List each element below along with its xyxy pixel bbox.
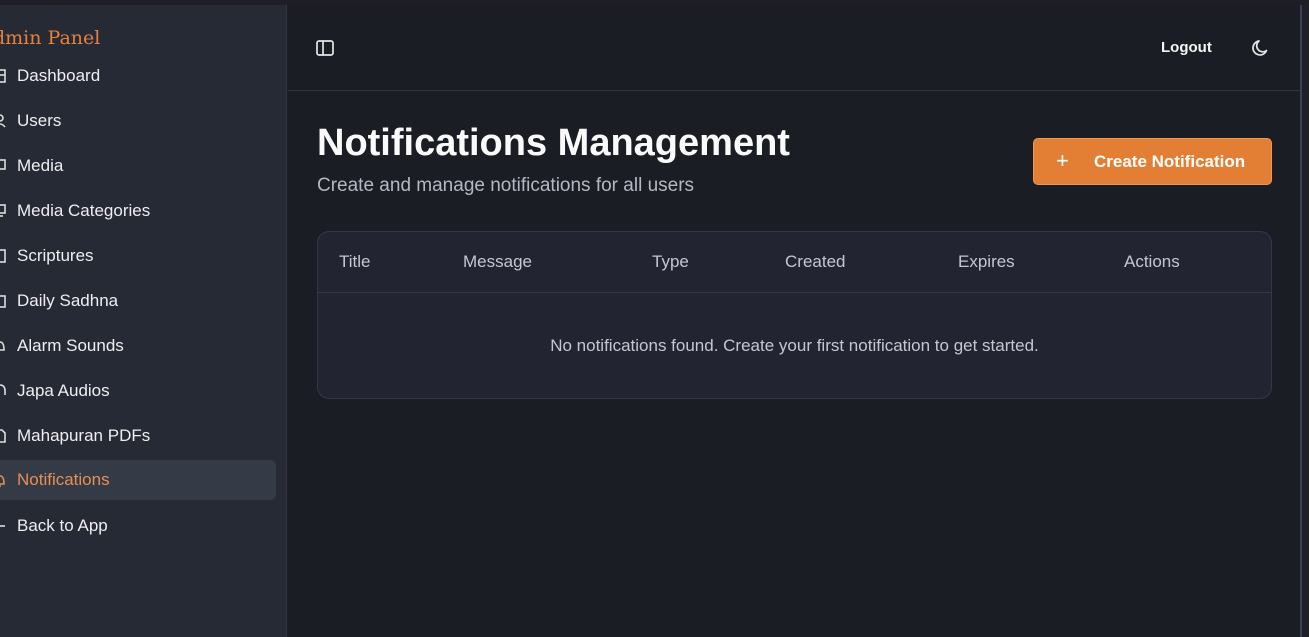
column-header-type: Type bbox=[652, 252, 689, 271]
moon-icon[interactable] bbox=[1251, 38, 1271, 58]
headphones-icon bbox=[0, 384, 6, 395]
sidebar-item-label: Mahapuran PDFs bbox=[17, 426, 151, 445]
column-header-created: Created bbox=[785, 252, 846, 271]
sidebar-item-label: Back to App bbox=[17, 516, 108, 535]
sidebar-item-label: Dashboard bbox=[17, 66, 101, 85]
categories-icon bbox=[0, 204, 6, 217]
dashboard-icon bbox=[0, 69, 6, 83]
window-edge bbox=[1302, 5, 1309, 637]
column-header-actions: Actions bbox=[1124, 252, 1180, 271]
plus-icon: + bbox=[1056, 148, 1069, 173]
sidebar-item-dashboard[interactable]: Dashboard bbox=[0, 56, 276, 96]
book-icon bbox=[0, 249, 6, 263]
sidebar-item-label: Alarm Sounds bbox=[17, 336, 124, 355]
media-icon bbox=[0, 159, 6, 170]
top-bar: Logout bbox=[288, 5, 1301, 91]
notifications-table: Title Message Type Created Expires Actio… bbox=[317, 231, 1272, 399]
bell-icon bbox=[0, 341, 5, 351]
column-header-expires: Expires bbox=[958, 252, 1015, 271]
calendar-icon bbox=[0, 295, 6, 308]
arrow-left-icon bbox=[0, 525, 5, 527]
create-notification-label: Create Notification bbox=[1094, 152, 1246, 171]
sidebar-item-media-categories[interactable]: Media Categories bbox=[0, 191, 276, 231]
sidebar-toggle-icon[interactable] bbox=[315, 39, 335, 57]
column-header-title: Title bbox=[339, 252, 371, 271]
sidebar-item-alarm-sounds[interactable]: Alarm Sounds bbox=[0, 326, 276, 366]
window-border bbox=[1300, 5, 1302, 637]
create-notification-button[interactable]: + Create Notification bbox=[1033, 138, 1272, 185]
sidebar-item-scriptures[interactable]: Scriptures bbox=[0, 236, 276, 276]
sidebar-item-label: Daily Sadhna bbox=[17, 291, 119, 310]
sidebar-item-daily-sadhna[interactable]: Daily Sadhna bbox=[0, 281, 276, 321]
sidebar-item-mahapuran-pdfs[interactable]: Mahapuran PDFs bbox=[0, 416, 276, 456]
users-icon bbox=[0, 114, 6, 128]
sidebar-item-back-to-app[interactable]: Back to App bbox=[0, 506, 276, 546]
logout-button[interactable]: Logout bbox=[1161, 39, 1212, 56]
sidebar-item-users[interactable]: Users bbox=[0, 101, 276, 141]
table-header: Title Message Type Created Expires Actio… bbox=[318, 232, 1271, 293]
sidebar-item-label: Notifications bbox=[17, 470, 110, 489]
file-icon bbox=[0, 429, 6, 443]
bell-ring-icon bbox=[0, 475, 5, 487]
column-header-message: Message bbox=[463, 252, 532, 271]
sidebar-item-label: Users bbox=[17, 111, 62, 130]
empty-state-message: No notifications found. Create your firs… bbox=[550, 336, 1039, 355]
sidebar: dmin Panel Dashboard Users Media Media C… bbox=[0, 5, 287, 637]
sidebar-item-notifications[interactable]: Notifications bbox=[0, 460, 276, 500]
brand-title: dmin Panel bbox=[0, 27, 101, 49]
page-subtitle: Create and manage notifications for all … bbox=[317, 175, 695, 196]
sidebar-item-label: Media bbox=[17, 156, 64, 175]
sidebar-item-japa-audios[interactable]: Japa Audios bbox=[0, 371, 276, 411]
sidebar-item-label: Japa Audios bbox=[17, 381, 110, 400]
page-title: Notifications Management bbox=[317, 122, 790, 164]
sidebar-item-label: Media Categories bbox=[17, 201, 151, 220]
sidebar-item-label: Scriptures bbox=[17, 246, 94, 265]
sidebar-item-media[interactable]: Media bbox=[0, 146, 276, 186]
